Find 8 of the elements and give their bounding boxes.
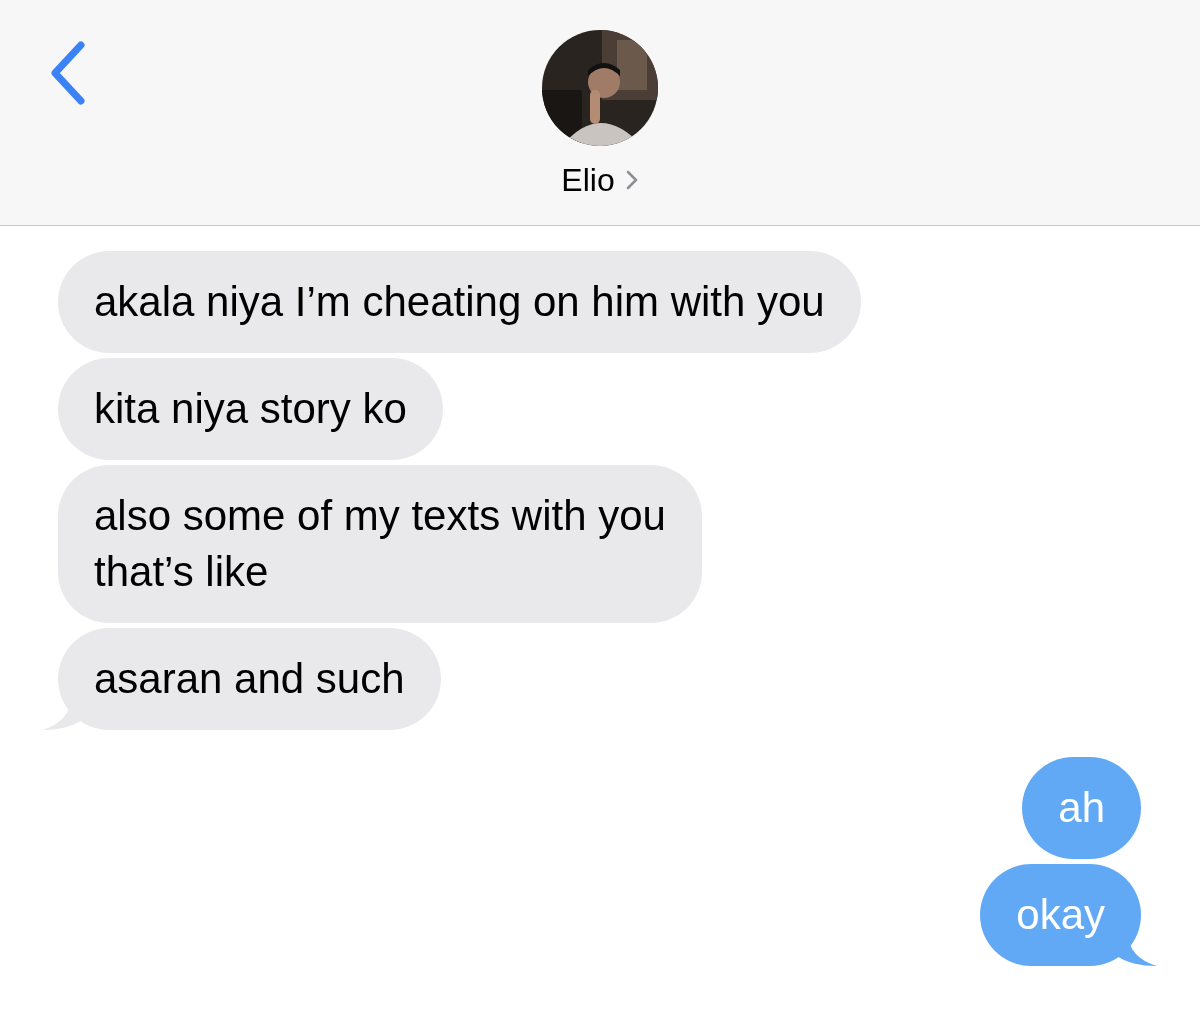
received-message-bubble: akala niya I’m cheating on him with you — [58, 251, 861, 353]
received-message-bubble: asaran and such — [58, 628, 441, 730]
chevron-right-icon — [624, 169, 639, 191]
sent-message-bubble: ah — [1022, 757, 1141, 859]
received-message-bubble: kita niya story ko — [58, 358, 443, 460]
contact-name-button[interactable]: Elio — [561, 156, 639, 204]
sent-message-bubble: okay — [980, 864, 1141, 966]
received-message-bubble: also some of my texts with you that’s like — [58, 465, 702, 623]
